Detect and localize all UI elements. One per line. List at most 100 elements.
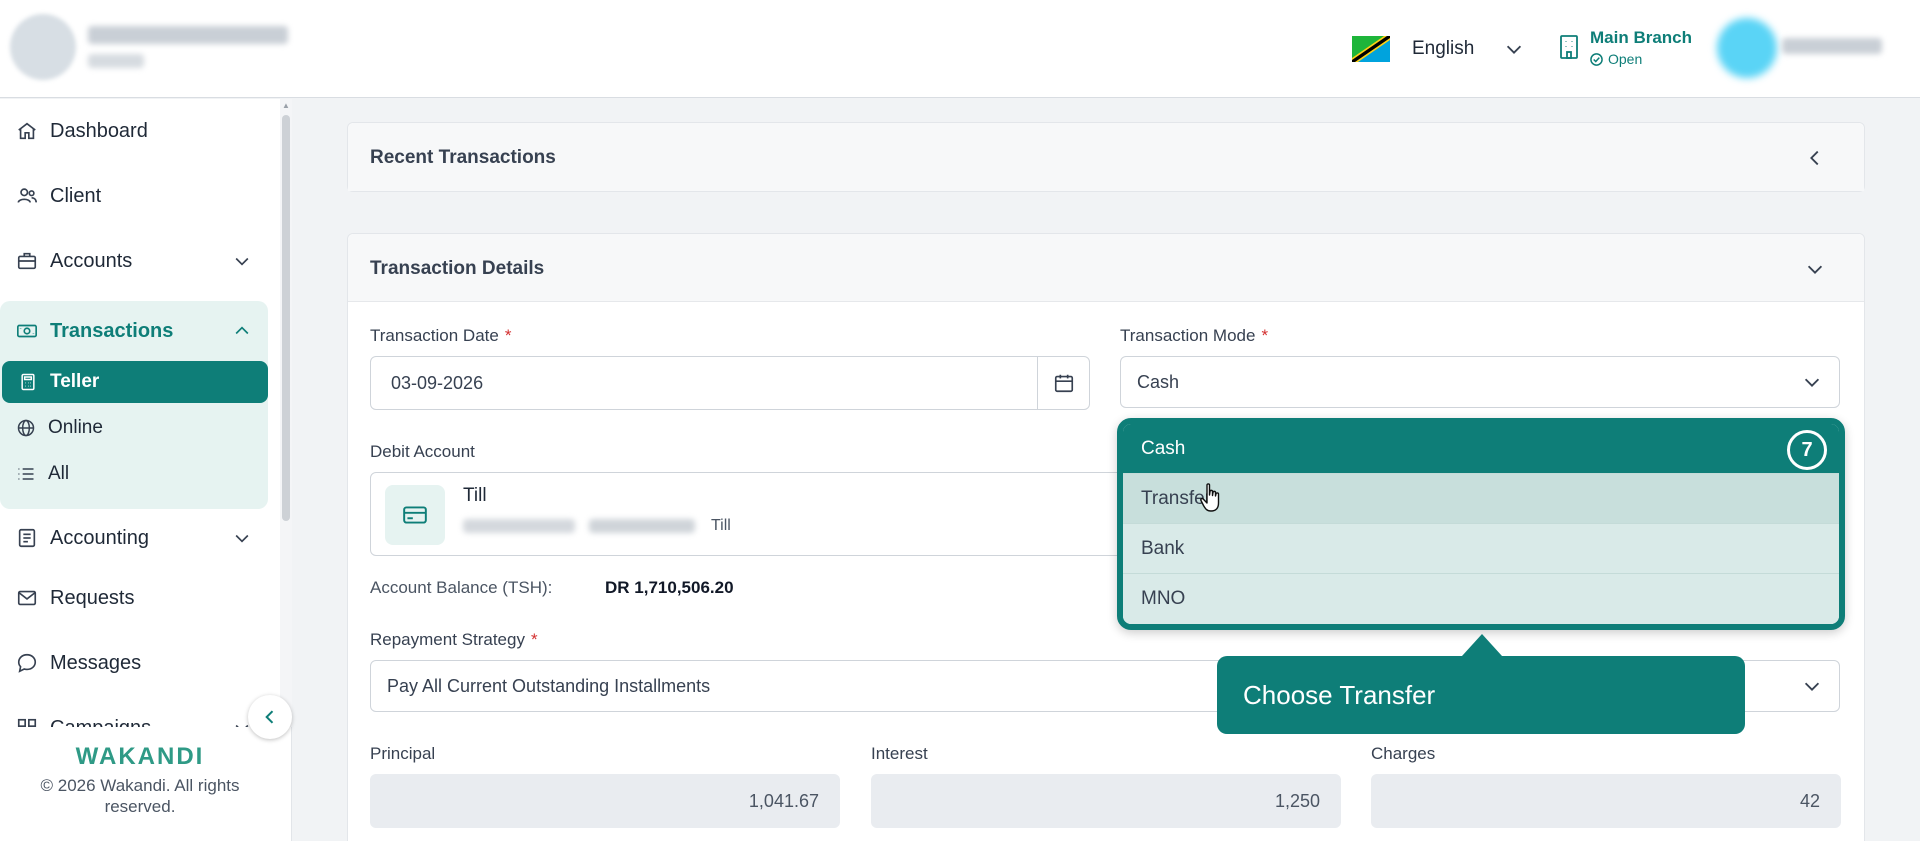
interest-value: 1,250 <box>1274 790 1320 811</box>
ledger-icon <box>18 528 36 548</box>
option-label: Bank <box>1141 537 1185 559</box>
sidebar-subitem-online[interactable]: Online <box>0 407 268 449</box>
branch-status: Open <box>1590 51 1642 67</box>
principal-value: 1,041.67 <box>748 790 819 811</box>
users-icon <box>17 188 37 203</box>
chevron-down-icon <box>235 534 249 543</box>
sidebar-item-requests[interactable]: Requests <box>0 578 268 618</box>
recent-transactions-title: Recent Transactions <box>370 147 556 168</box>
sidebar-subitem-label: Online <box>48 417 103 438</box>
sidebar-item-accounting[interactable]: Accounting <box>0 518 268 558</box>
building-icon <box>1560 35 1578 59</box>
transaction-date-input[interactable]: 03-09-2026 <box>370 356 1090 410</box>
user-name-redacted[interactable] <box>1782 38 1882 54</box>
sidebar-item-label: Dashboard <box>50 119 148 142</box>
account-holder-redacted <box>589 519 695 533</box>
scroll-up-arrow-icon[interactable]: ▲ <box>282 101 290 110</box>
sidebar-item-campaigns[interactable]: Campaigns <box>0 708 268 727</box>
interest-input[interactable]: 1,250 <box>871 774 1341 828</box>
list-icon <box>18 468 34 480</box>
transactions-group: Transactions Teller Online All <box>0 301 268 509</box>
transaction-date-label: Transaction Date * <box>370 326 512 345</box>
copyright-text: © 2026 Wakandi. All rights reserved. <box>40 776 240 816</box>
chevron-up-icon <box>235 326 249 335</box>
chevron-down-icon[interactable] <box>1503 38 1525 60</box>
guide-tooltip: Choose Transfer <box>1217 656 1745 734</box>
sidebar-item-transactions[interactable]: Transactions <box>0 311 268 351</box>
hand-cursor-icon <box>1200 483 1220 512</box>
organization-subtitle-redacted <box>88 54 144 68</box>
mode-option-transfer[interactable]: Transfer <box>1123 474 1839 524</box>
branch-name[interactable]: Main Branch <box>1590 28 1692 48</box>
grid-icon <box>17 718 37 727</box>
transaction-mode-dropdown: Cash 7 Transfer Bank MNO <box>1117 418 1845 630</box>
sidebar-item-label: Accounts <box>50 249 133 272</box>
option-label: MNO <box>1141 588 1186 609</box>
recent-transactions-card: Recent Transactions <box>347 122 1865 192</box>
charges-input[interactable]: 42 <box>1371 774 1841 828</box>
branch-status-text: Open <box>1608 51 1643 67</box>
transaction-mode-select[interactable]: Cash <box>1120 356 1840 408</box>
sidebar-item-dashboard[interactable]: Dashboard <box>0 111 268 151</box>
user-avatar[interactable] <box>1717 18 1777 78</box>
charges-label: Charges <box>1371 744 1436 763</box>
sidebar-nav: Dashboard Client Accounts Transactions T… <box>0 99 280 727</box>
account-card-icon <box>385 485 445 545</box>
sidebar-item-label: Campaigns <box>50 717 151 728</box>
sidebar-subitem-all[interactable]: All <box>0 453 268 495</box>
transaction-details-title: Transaction Details <box>370 258 545 279</box>
check-circle-icon <box>1590 52 1603 66</box>
account-balance-label: Account Balance (TSH): <box>370 578 553 597</box>
interest-label: Interest <box>871 744 928 763</box>
recent-transactions-header[interactable]: Recent Transactions <box>348 123 1864 191</box>
sidebar-item-label: Requests <box>50 586 135 609</box>
sidebar-item-accounts[interactable]: Accounts <box>0 241 268 281</box>
cash-icon <box>17 324 37 338</box>
transaction-date-value: 03-09-2026 <box>391 372 484 393</box>
step-number-badge: 7 <box>1787 430 1827 470</box>
top-header: English Main Branch Open <box>0 0 1920 98</box>
sidebar-subitem-label: All <box>48 463 70 484</box>
chevron-down-icon <box>235 257 249 266</box>
transaction-details-header[interactable]: Transaction Details <box>348 234 1864 302</box>
chevron-down-icon <box>1804 682 1820 691</box>
transaction-mode-label: Transaction Mode * <box>1120 326 1269 345</box>
repayment-strategy-value: Pay All Current Outstanding Installments <box>387 675 711 696</box>
tooltip-text: Choose Transfer <box>1243 679 1436 710</box>
mode-option-cash[interactable]: Cash 7 <box>1123 424 1839 474</box>
chat-bubble-icon <box>17 653 37 673</box>
principal-label: Principal <box>370 744 436 763</box>
tanzania-flag-icon[interactable] <box>1352 36 1390 62</box>
sidebar-item-label: Transactions <box>50 319 174 342</box>
repayment-strategy-label: Repayment Strategy * <box>370 630 538 649</box>
sidebar-item-messages[interactable]: Messages <box>0 643 268 683</box>
tooltip-arrow <box>1462 634 1502 656</box>
calculator-icon <box>21 373 35 391</box>
sidebar-subitem-label: Teller <box>50 371 100 392</box>
chevron-left-icon[interactable] <box>1804 147 1826 169</box>
account-balance-value: DR 1,710,506.20 <box>605 578 734 597</box>
mode-option-mno[interactable]: MNO <box>1123 574 1839 624</box>
sidebar-subitem-teller[interactable]: Teller <box>2 361 268 403</box>
organization-avatar <box>10 14 76 80</box>
chevron-left-icon <box>265 710 274 724</box>
sidebar-scrollbar-thumb[interactable] <box>282 115 290 521</box>
calendar-button[interactable] <box>1037 357 1089 409</box>
globe-icon <box>17 419 35 437</box>
calendar-icon <box>1054 374 1073 393</box>
option-label: Cash <box>1141 437 1186 459</box>
language-selector-label[interactable]: English <box>1412 38 1474 60</box>
account-number-redacted <box>463 519 575 533</box>
sidebar-item-client[interactable]: Client <box>0 176 268 216</box>
debit-account-type: Till <box>711 517 731 534</box>
collapse-sidebar-button[interactable] <box>248 695 292 739</box>
sidebar-item-label: Client <box>50 184 102 207</box>
chevron-down-icon <box>1804 378 1820 387</box>
mode-option-bank[interactable]: Bank <box>1123 524 1839 574</box>
sidebar-footer: WAKANDI © 2026 Wakandi. All rights reser… <box>0 727 280 841</box>
principal-input[interactable]: 1,041.67 <box>370 774 840 828</box>
chevron-down-icon[interactable] <box>1804 258 1826 280</box>
sidebar-item-label: Messages <box>50 651 142 674</box>
brand-logo: WAKANDI <box>75 743 205 770</box>
transaction-mode-value: Cash <box>1137 371 1180 392</box>
